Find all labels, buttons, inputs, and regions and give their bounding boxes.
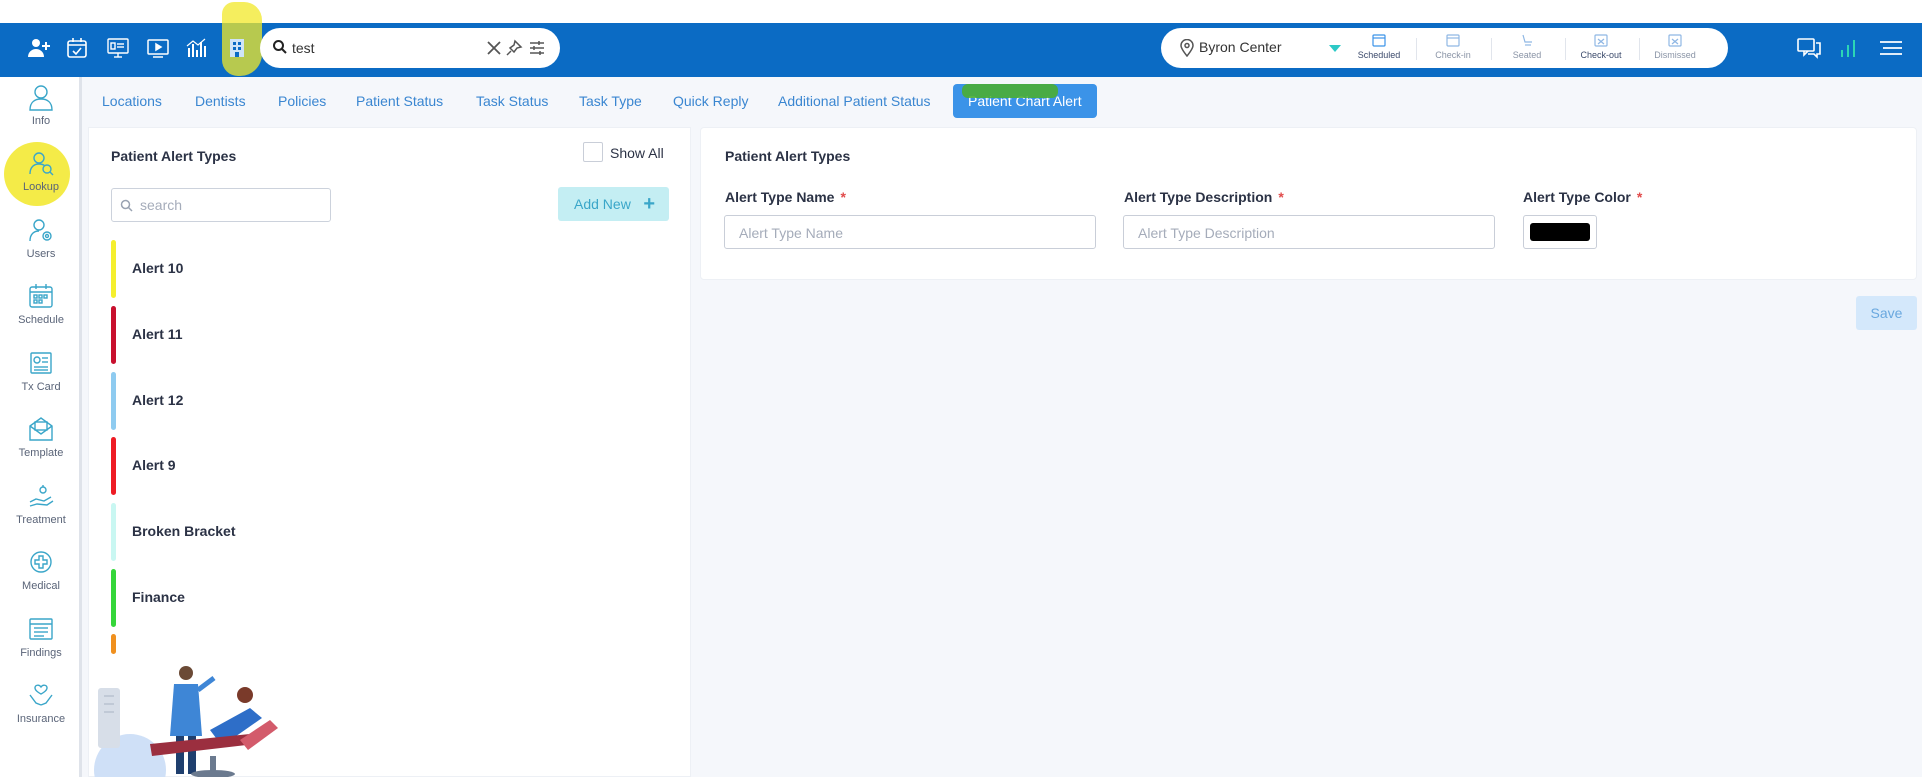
location-name[interactable]: Byron Center xyxy=(1199,39,1281,55)
alert-list-item[interactable]: Alert 10 xyxy=(111,240,651,298)
clear-icon[interactable] xyxy=(485,39,503,57)
search-icon xyxy=(273,40,287,54)
sidebar-item-schedule[interactable]: Schedule xyxy=(0,282,82,344)
sidebar-item-insurance[interactable]: Insurance xyxy=(0,681,82,743)
alert-type-color-label: Alert Type Color * xyxy=(1523,189,1643,205)
alert-color-bar xyxy=(111,240,116,298)
alert-type-color-picker[interactable] xyxy=(1523,215,1597,249)
sidebar-item-lookup[interactable]: Lookup xyxy=(0,149,82,211)
alert-color-bar xyxy=(111,437,116,495)
alert-type-name-input[interactable] xyxy=(739,223,1079,243)
list-panel-title: Patient Alert Types xyxy=(111,148,237,164)
alert-list-item[interactable]: Alert 9 xyxy=(111,437,651,495)
dental-chair-icon xyxy=(1522,34,1532,46)
tab-policies[interactable]: Policies xyxy=(278,84,326,118)
video-play-icon[interactable] xyxy=(146,36,170,60)
template-envelope-icon xyxy=(29,417,53,441)
save-button[interactable]: Save xyxy=(1856,296,1917,330)
check-in-icon xyxy=(1446,34,1460,47)
signal-bars-icon[interactable] xyxy=(1837,36,1863,60)
tx-card-icon xyxy=(30,352,52,374)
users-settings-icon xyxy=(29,219,52,242)
medical-cross-icon xyxy=(30,551,52,573)
show-all-checkbox[interactable] xyxy=(583,142,603,162)
chat-icon[interactable] xyxy=(1796,36,1822,60)
filter-sliders-icon[interactable] xyxy=(528,39,546,57)
sidebar-item-treatment[interactable]: Treatment xyxy=(0,482,82,544)
alert-list-item[interactable]: Alert 12 xyxy=(111,372,651,430)
alert-color-bar xyxy=(111,634,116,654)
location-status-bar: Byron Center Scheduled Check-in Seated C… xyxy=(1161,28,1728,68)
location-pin-icon xyxy=(1180,39,1194,57)
alert-type-name-field[interactable] xyxy=(724,215,1096,249)
color-swatch xyxy=(1530,223,1590,241)
form-panel-title: Patient Alert Types xyxy=(725,148,851,164)
alert-color-bar xyxy=(111,306,116,364)
sidebar-item-template[interactable]: Template xyxy=(0,415,82,477)
check-out-icon xyxy=(1594,34,1608,47)
sidebar-item-medical[interactable]: Medical xyxy=(0,548,82,610)
alert-color-bar xyxy=(111,503,116,561)
alert-type-description-label: Alert Type Description * xyxy=(1124,189,1284,205)
add-patient-icon[interactable] xyxy=(27,36,51,60)
search-icon xyxy=(120,199,133,212)
alert-type-form-panel: Patient Alert Types Alert Type Name * Ale… xyxy=(700,127,1917,280)
insurance-hands-icon xyxy=(29,684,53,706)
plus-icon: + xyxy=(643,193,655,215)
tab-task-type[interactable]: Task Type xyxy=(579,84,642,118)
status-seated[interactable]: Seated xyxy=(1492,32,1562,66)
alert-list-item[interactable]: Broken Bracket xyxy=(111,503,651,561)
alert-search-input[interactable] xyxy=(140,195,320,215)
calendar-check-icon[interactable] xyxy=(65,36,89,60)
status-check-in[interactable]: Check-in xyxy=(1418,32,1488,66)
add-new-button[interactable]: Add New + xyxy=(558,187,669,221)
tab-task-status[interactable]: Task Status xyxy=(476,84,548,118)
building-lookup-icon[interactable] xyxy=(225,36,249,60)
user-outline-icon xyxy=(29,85,53,111)
alert-type-description-field[interactable] xyxy=(1123,215,1495,249)
tab-additional-patient-status[interactable]: Additional Patient Status xyxy=(778,84,931,118)
status-scheduled[interactable]: Scheduled xyxy=(1344,32,1414,66)
tab-locations[interactable]: Locations xyxy=(102,84,162,118)
bar-chart-icon[interactable] xyxy=(185,36,209,60)
treatment-hand-icon xyxy=(29,485,54,507)
findings-list-icon xyxy=(29,618,53,640)
sidebar-item-tx-card[interactable]: Tx Card xyxy=(0,349,82,411)
tab-dentists[interactable]: Dentists xyxy=(195,84,246,118)
calendar-icon xyxy=(29,284,53,308)
global-search-input[interactable] xyxy=(292,36,472,60)
alert-list-item[interactable]: Finance xyxy=(111,569,651,627)
status-check-out[interactable]: Check-out xyxy=(1566,32,1636,66)
hamburger-menu-icon[interactable] xyxy=(1878,36,1904,60)
monitor-dashboard-icon[interactable] xyxy=(106,36,130,60)
dentist-illustration xyxy=(94,666,278,777)
calendar-icon xyxy=(1372,34,1386,47)
highlight-marker-tab xyxy=(962,84,1058,98)
tab-patient-status[interactable]: Patient Status xyxy=(356,84,443,118)
alert-search-box[interactable] xyxy=(111,188,331,222)
sidebar-item-users[interactable]: Users xyxy=(0,216,82,278)
alert-type-description-input[interactable] xyxy=(1138,223,1478,243)
status-divider xyxy=(1416,38,1417,60)
alert-list-item[interactable] xyxy=(111,634,651,654)
location-dropdown-caret[interactable] xyxy=(1329,45,1341,52)
dismissed-icon xyxy=(1668,34,1682,47)
sidebar-item-findings[interactable]: Findings xyxy=(0,615,82,677)
alert-color-bar xyxy=(111,372,116,430)
show-all-label[interactable]: Show All xyxy=(610,145,664,161)
status-dismissed[interactable]: Dismissed xyxy=(1640,32,1710,66)
alert-color-bar xyxy=(111,569,116,627)
lookup-user-icon xyxy=(29,152,54,176)
sidebar-item-info[interactable]: Info xyxy=(0,83,82,145)
alert-type-name-label: Alert Type Name * xyxy=(725,189,846,205)
pin-icon[interactable] xyxy=(505,39,523,57)
global-search-box[interactable] xyxy=(260,28,560,68)
tab-quick-reply[interactable]: Quick Reply xyxy=(673,84,748,118)
alert-list-item[interactable]: Alert 11 xyxy=(111,306,651,364)
